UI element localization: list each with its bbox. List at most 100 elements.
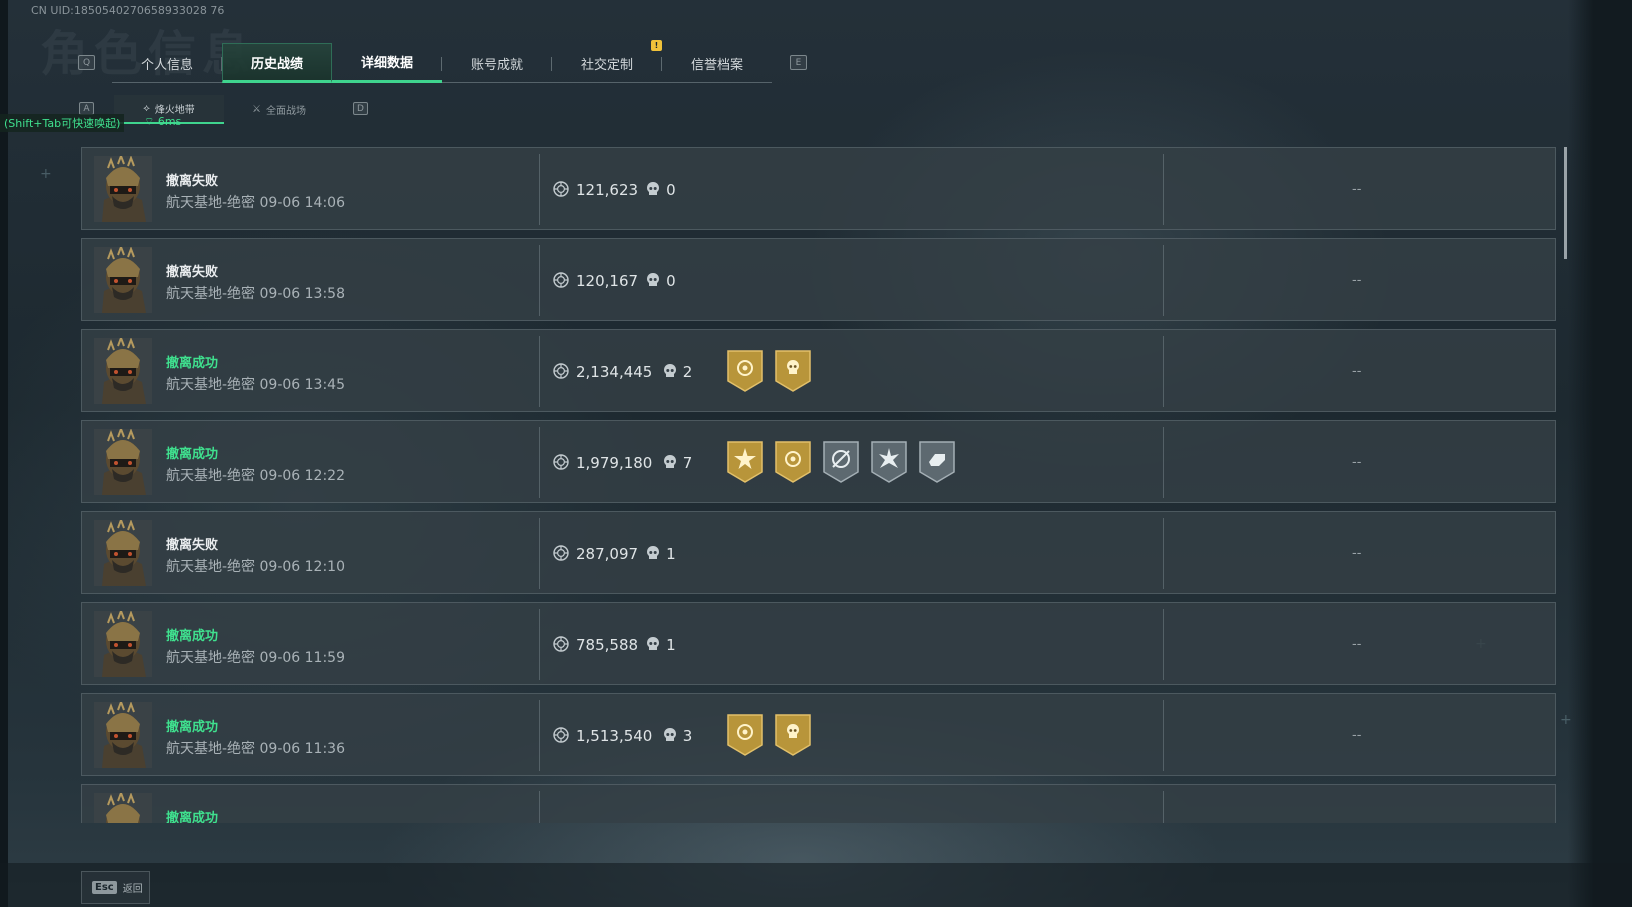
match-row[interactable]: 撤离成功 航天基地-绝密 09-06 12:22 1,979,180 7 --	[81, 420, 1556, 503]
player-uid: CN UID:1850540270658933028 76	[31, 4, 225, 17]
match-row[interactable]: 撤离失败 航天基地-绝密 09-06 13:58 120,167 0 --	[81, 238, 1556, 321]
gold-coin-medal-icon[interactable]	[726, 349, 764, 393]
column-divider	[539, 154, 540, 225]
next-tab-key[interactable]: E	[790, 55, 807, 70]
map-name: 航天基地-绝密	[166, 650, 256, 666]
esc-key: Esc	[92, 881, 117, 894]
value-coin-icon	[553, 636, 569, 652]
gold-skull-medal-icon[interactable]	[774, 713, 812, 757]
value-coin-icon	[553, 454, 569, 470]
map-and-time: 航天基地-绝密 09-06 11:59	[166, 647, 345, 667]
value-coin-icon	[553, 363, 569, 379]
match-time: 09-06 14:06	[259, 195, 345, 211]
match-row[interactable]: 撤离成功 航天基地-绝密 09-06 11:59 785,588 1 --	[81, 602, 1556, 685]
medal-list	[726, 713, 822, 757]
operator-avatar	[94, 699, 152, 768]
carried-out-value: 287,097	[576, 545, 639, 563]
next-subtab-key[interactable]: D	[353, 102, 368, 115]
left-edge	[0, 0, 8, 907]
match-history-list[interactable]: 撤离失败 航天基地-绝密 09-06 14:06 121,623 0 -- 撤离失败 航天…	[81, 147, 1556, 823]
extraction-status: 撤离失败	[166, 538, 219, 553]
prev-tab-key[interactable]: Q	[78, 55, 95, 70]
value-coin-icon	[553, 727, 569, 743]
kill-count: 3	[682, 727, 693, 745]
match-row[interactable]: 撤离成功 航天基地-绝密 09-06 13:45 2,134,445 2 --	[81, 329, 1556, 412]
match-row[interactable]: 撤离失败航天基地-绝密 09-06 14:06 121,623 0 --	[81, 147, 1556, 230]
notification-badge-icon: !	[651, 40, 662, 51]
carried-out-value: 1,979,180	[576, 454, 653, 472]
gold-skull-medal-icon[interactable]	[774, 349, 812, 393]
extra-info-placeholder: --	[1352, 182, 1362, 197]
value-coin-icon	[553, 545, 569, 561]
map-and-time: 航天基地-绝密 09-06 14:06	[166, 192, 345, 212]
extraction-status: 撤离成功	[166, 447, 219, 462]
tab-personal-info[interactable]: 个人信息	[112, 43, 222, 83]
match-time: 09-06 13:58	[259, 286, 345, 302]
column-divider	[539, 700, 540, 771]
back-button[interactable]: Esc 返回	[81, 871, 150, 904]
operator-avatar	[94, 153, 152, 222]
subtab-full-battlefield[interactable]: ⚔ 全面战场	[224, 95, 334, 124]
match-time: 09-06 13:45	[259, 377, 345, 393]
gold-sun-medal-icon[interactable]	[726, 440, 764, 484]
kill-count: 0	[666, 181, 676, 199]
operator-avatar	[94, 608, 152, 677]
tab-label: 社交定制	[580, 57, 633, 73]
medal-list	[726, 349, 822, 393]
match-time: 09-06 12:10	[259, 559, 345, 575]
match-row[interactable]: 撤离失败 航天基地-绝密 09-06 12:10 287,097 1 --	[81, 511, 1556, 594]
match-row[interactable]: 撤离成功 航天基地-绝密 09-06 11:36 1,513,540 3 --	[81, 693, 1556, 776]
column-divider	[1163, 700, 1164, 771]
value-coin-icon	[553, 272, 569, 288]
main-tabs: 个人信息 历史战绩 详细数据 账号成就 社交定制 信誉档案	[112, 43, 772, 83]
tab-label: 信誉档案	[690, 57, 743, 73]
map-name: 航天基地-绝密	[166, 377, 256, 393]
column-divider	[539, 791, 540, 823]
right-edge	[1568, 0, 1632, 907]
gold-coin-medal-icon[interactable]	[774, 440, 812, 484]
medal-list	[726, 440, 966, 484]
extraction-status: 撤离成功	[166, 629, 219, 644]
gold-coin-medal-icon[interactable]	[726, 713, 764, 757]
carried-out-value: 785,588	[576, 636, 639, 654]
subtab-label: 烽火地带	[154, 105, 195, 116]
hazard-zone-icon: ⟡	[143, 103, 150, 114]
operator-avatar	[94, 244, 152, 313]
column-divider	[1163, 154, 1164, 225]
column-divider	[539, 336, 540, 407]
extraction-status: 撤离失败	[166, 174, 219, 189]
back-label: 返回	[122, 884, 143, 895]
tab-credit-record[interactable]: 信誉档案	[662, 43, 772, 83]
match-row[interactable]: 撤离成功	[81, 784, 1556, 823]
tab-achievements[interactable]: 账号成就	[442, 43, 552, 83]
extraction-status: 撤离成功	[166, 811, 219, 823]
column-divider	[539, 518, 540, 589]
tab-label: 历史战绩	[250, 56, 303, 72]
subtab-label: 全面战场	[265, 106, 306, 117]
match-time: 09-06 12:22	[259, 468, 345, 484]
tab-social-custom[interactable]: 社交定制	[552, 43, 662, 83]
scrollbar[interactable]	[1564, 147, 1567, 259]
tab-detailed-data[interactable]: 详细数据	[332, 43, 442, 83]
kills-skull-icon	[663, 727, 677, 743]
column-divider	[1163, 245, 1164, 316]
silver-crosshair-medal-icon[interactable]	[822, 440, 860, 484]
tab-match-history[interactable]: 历史战绩	[222, 43, 332, 83]
wifi-icon: ⌔	[144, 115, 158, 128]
tab-label: 账号成就	[470, 57, 523, 73]
carried-out-value: 2,134,445	[576, 363, 653, 381]
column-divider	[539, 609, 540, 680]
extra-info-placeholder: --	[1352, 637, 1362, 652]
kill-count: 0	[666, 272, 676, 290]
silver-star-medal-icon[interactable]	[870, 440, 908, 484]
map-and-time: 航天基地-绝密 09-06 13:45	[166, 374, 345, 394]
map-name: 航天基地-绝密	[166, 286, 256, 302]
map-name: 航天基地-绝密	[166, 468, 256, 484]
map-name: 航天基地-绝密	[166, 741, 256, 757]
carried-out-value: 121,623	[576, 181, 639, 199]
map-and-time: 航天基地-绝密 09-06 13:58	[166, 283, 345, 303]
value-coin-icon	[553, 181, 569, 197]
extra-info-placeholder: --	[1352, 455, 1362, 470]
silver-hand-medal-icon[interactable]	[918, 440, 956, 484]
kills-skull-icon	[663, 454, 677, 470]
